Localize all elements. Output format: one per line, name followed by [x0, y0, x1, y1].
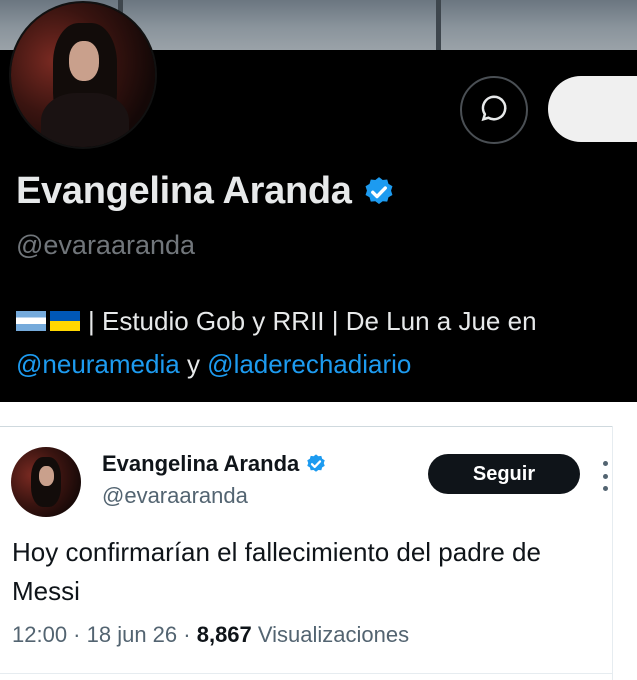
tweet-card[interactable]: Evangelina Aranda @evaraaranda Seguir Ho… [0, 427, 612, 680]
tweet-text: Hoy confirmarían el fallecimiento del pa… [12, 537, 541, 606]
more-options-icon[interactable] [598, 461, 612, 491]
divider [0, 673, 612, 674]
tweet-author-avatar[interactable] [11, 447, 81, 517]
follow-button-profile[interactable] [548, 76, 637, 142]
profile-header: Evangelina Aranda @evaraaranda | Estudio… [0, 0, 637, 402]
tweet-date[interactable]: 18 jun 26 [87, 622, 178, 647]
section-separator [0, 402, 637, 428]
message-circle-icon [479, 93, 509, 128]
profile-bio: | Estudio Gob y RRII | De Lun a Jue en @… [16, 300, 636, 386]
views-count: 8,867 [196, 622, 252, 647]
banner-pole [436, 0, 441, 50]
verified-badge-icon[interactable] [305, 453, 327, 475]
mention-link-laderechadiario[interactable]: @laderechadiario [207, 349, 411, 379]
meta-separator: · [177, 622, 197, 647]
tweet-author-name-row: Evangelina Aranda [102, 451, 327, 477]
profile-name: Evangelina Aranda [16, 170, 396, 213]
tweet-author-handle[interactable]: @evaraaranda [102, 483, 248, 509]
profile-display-name: Evangelina Aranda [16, 170, 352, 212]
tweet-author-name[interactable]: Evangelina Aranda [102, 451, 299, 477]
bio-text: | Estudio Gob y RRII | De Lun a Jue en [88, 306, 537, 336]
meta-separator: · [67, 622, 87, 647]
divider [612, 426, 613, 680]
message-button[interactable] [460, 76, 528, 144]
verified-badge-icon[interactable] [362, 175, 396, 209]
mention-link-neuramedia[interactable]: @neuramedia [16, 349, 180, 379]
profile-avatar[interactable] [9, 1, 157, 149]
tweet-metadata: 12:00 · 18 jun 26 · 8,867 Visualizacione… [12, 622, 409, 648]
bio-connector: y [179, 349, 208, 379]
views-label: Visualizaciones [251, 622, 410, 647]
profile-handle: @evaraaranda [16, 230, 196, 260]
argentina-flag [16, 311, 46, 332]
tweet-time[interactable]: 12:00 [12, 622, 67, 647]
ukraine-flag [50, 311, 80, 332]
seguir-button[interactable]: Seguir [428, 454, 580, 494]
